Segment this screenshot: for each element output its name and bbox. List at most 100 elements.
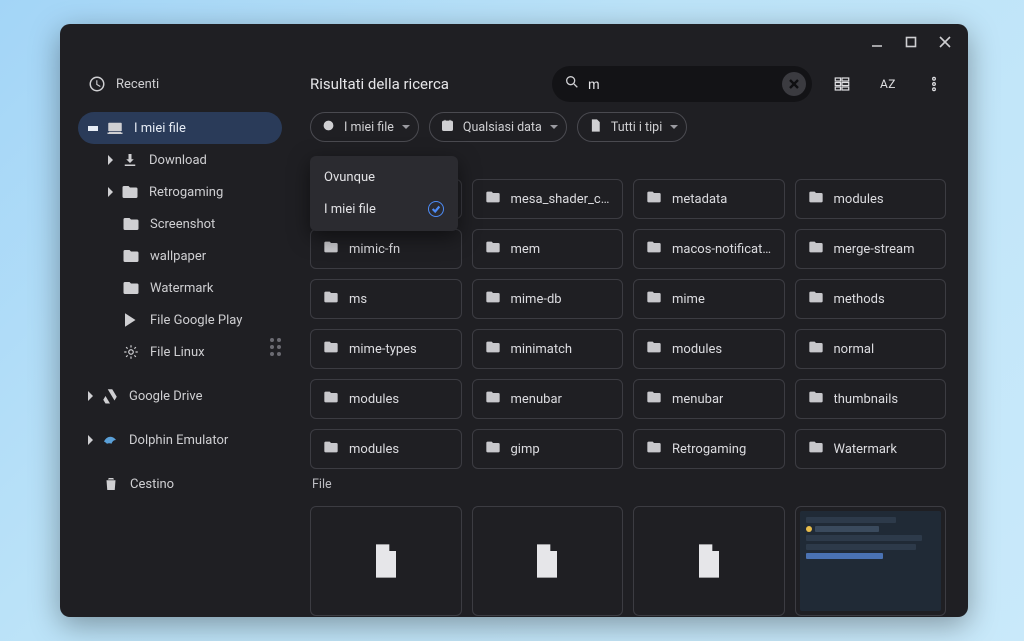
- generic-file-icon: [366, 541, 406, 581]
- folder-item[interactable]: thumbnails: [795, 379, 947, 419]
- sidebar-item-linux[interactable]: File Linux: [98, 336, 282, 368]
- sidebar-item-screenshot[interactable]: Screenshot: [98, 208, 282, 240]
- section-header-files: File: [310, 469, 946, 500]
- folder-label: ms: [349, 292, 367, 307]
- folder-icon: [646, 339, 662, 359]
- page-title: Risultati della ricerca: [310, 75, 449, 93]
- search-input[interactable]: [588, 76, 774, 92]
- sort-button[interactable]: AZ: [872, 66, 904, 102]
- folder-label: mimic-fn: [349, 242, 400, 257]
- folder-item[interactable]: minimatch: [472, 329, 624, 369]
- clock-icon: [88, 75, 106, 93]
- folder-icon: [485, 289, 501, 309]
- sidebar-item-google-play[interactable]: File Google Play: [98, 304, 282, 336]
- folder-item[interactable]: mesa_shader_cache: [472, 179, 624, 219]
- option-label: I miei file: [324, 202, 376, 217]
- sidebar-item-google-drive[interactable]: Google Drive: [78, 380, 282, 412]
- folder-label: Retrogaming: [672, 442, 746, 457]
- folder-icon: [122, 215, 140, 233]
- folder-label: modules: [349, 442, 399, 457]
- sidebar-label: I miei file: [134, 121, 186, 136]
- filter-chip-type[interactable]: Tutti i tipi: [577, 112, 687, 142]
- view-toggle-button[interactable]: [824, 66, 860, 102]
- thumb-line: #Personalizza ChromeOS: [806, 517, 897, 523]
- window-minimize-button[interactable]: [862, 27, 892, 57]
- generic-file-icon: [527, 541, 567, 581]
- folder-item[interactable]: mime: [633, 279, 785, 319]
- folder-item[interactable]: gimp: [472, 429, 624, 469]
- chip-label: Tutti i tipi: [611, 120, 662, 135]
- chevron-right-icon: [88, 391, 93, 401]
- folder-item[interactable]: merge-stream: [795, 229, 947, 269]
- folder-item[interactable]: methods: [795, 279, 947, 319]
- filter-chip-date[interactable]: Qualsiasi data: [429, 112, 567, 142]
- folder-label: minimatch: [511, 342, 573, 357]
- google-play-icon: [122, 311, 140, 329]
- search-box[interactable]: [552, 66, 812, 102]
- sidebar-item-watermark[interactable]: Watermark: [98, 272, 282, 304]
- folder-icon: [646, 389, 662, 409]
- folder-item[interactable]: modules: [795, 179, 947, 219]
- sidebar-item-wallpaper[interactable]: wallpaper: [98, 240, 282, 272]
- folder-label: menubar: [672, 392, 723, 407]
- folder-icon: [323, 389, 339, 409]
- folder-item[interactable]: mem: [472, 229, 624, 269]
- folder-icon: [808, 389, 824, 409]
- folder-label: modules: [672, 342, 722, 357]
- more-options-button[interactable]: [916, 66, 952, 102]
- folder-label: merge-stream: [834, 242, 915, 257]
- sidebar-label: Watermark: [150, 281, 213, 296]
- folder-item[interactable]: menubar: [633, 379, 785, 419]
- check-icon: [428, 201, 444, 217]
- file-item-thumbnail[interactable]: #Personalizza ChromeOS Google ChromeOS: [795, 506, 947, 616]
- sidebar-item-download[interactable]: Download: [98, 144, 282, 176]
- folder-item[interactable]: menubar: [472, 379, 624, 419]
- folder-icon: [485, 239, 501, 259]
- folder-item[interactable]: modules: [633, 329, 785, 369]
- window-close-button[interactable]: [930, 27, 960, 57]
- clear-search-button[interactable]: [782, 72, 806, 96]
- folder-item[interactable]: metadata: [633, 179, 785, 219]
- sidebar-item-retrogaming[interactable]: Retrogaming: [98, 176, 282, 208]
- screenshot-thumbnail: #Personalizza ChromeOS Google ChromeOS: [800, 511, 942, 611]
- folder-item[interactable]: mimic-fn: [310, 229, 462, 269]
- chevron-right-icon: [88, 435, 93, 445]
- folder-item[interactable]: ms: [310, 279, 462, 319]
- file-item[interactable]: [472, 506, 624, 616]
- folder-icon: [646, 239, 662, 259]
- sidebar-item-dolphin[interactable]: Dolphin Emulator: [78, 424, 282, 456]
- folder-item[interactable]: Watermark: [795, 429, 947, 469]
- sidebar-item-recent[interactable]: Recenti: [78, 68, 282, 100]
- folder-label: metadata: [672, 192, 727, 207]
- folder-item[interactable]: mime-db: [472, 279, 624, 319]
- file-item[interactable]: [310, 506, 462, 616]
- folder-icon: [485, 439, 501, 459]
- sidebar-item-trash[interactable]: Cestino: [78, 468, 282, 500]
- folder-item[interactable]: Retrogaming: [633, 429, 785, 469]
- folder-item[interactable]: normal: [795, 329, 947, 369]
- folder-item[interactable]: modules: [310, 379, 462, 419]
- sidebar-label: Dolphin Emulator: [129, 433, 228, 448]
- file-icon: [588, 118, 603, 137]
- filter-chip-location[interactable]: I miei file: [310, 112, 419, 142]
- folder-icon: [808, 289, 824, 309]
- sidebar-item-my-files[interactable]: I miei file: [78, 112, 282, 144]
- folder-icon: [808, 339, 824, 359]
- sidebar-resize-handle[interactable]: [270, 338, 281, 356]
- files-app-window: Recenti I miei file Download Retrogaming: [60, 24, 968, 617]
- folder-item[interactable]: macos-notification-…: [633, 229, 785, 269]
- location-option-everywhere[interactable]: Ovunque: [310, 162, 458, 193]
- sidebar-label: File Linux: [150, 345, 205, 360]
- folder-item[interactable]: modules: [310, 429, 462, 469]
- location-option-myfiles[interactable]: I miei file: [310, 193, 458, 225]
- laptop-icon: [106, 119, 124, 137]
- window-maximize-button[interactable]: [896, 27, 926, 57]
- file-item[interactable]: [633, 506, 785, 616]
- folder-icon: [122, 247, 140, 265]
- sidebar-label: Screenshot: [150, 217, 215, 232]
- folder-item[interactable]: mime-types: [310, 329, 462, 369]
- folder-icon: [808, 439, 824, 459]
- folder-label: normal: [834, 342, 875, 357]
- chevron-down-icon: [402, 125, 410, 129]
- folder-label: mime-db: [511, 292, 562, 307]
